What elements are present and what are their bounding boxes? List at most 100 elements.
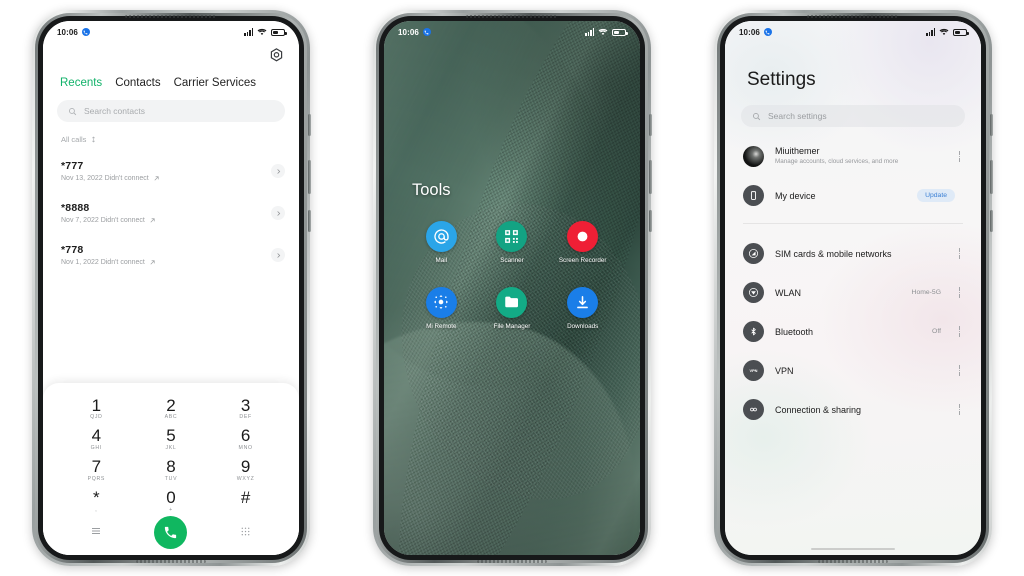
dialpad-key-2[interactable]: 2 ABC	[134, 396, 209, 422]
status-time: 10:06	[739, 27, 760, 37]
volume-up-button[interactable]	[990, 114, 993, 136]
status-bar-left: 10:06	[739, 28, 772, 37]
folder-title[interactable]: Tools	[412, 181, 451, 200]
volume-down-button[interactable]	[649, 210, 652, 232]
app-screen-recorder[interactable]: Screen Recorder	[547, 221, 618, 265]
account-name: Miuithemer	[775, 146, 820, 157]
settings-gear-icon[interactable]	[268, 47, 285, 64]
key-digit: 1	[91, 395, 102, 415]
key-letters: PQRS	[87, 476, 106, 483]
settings-row-wlan[interactable]: WLAN Home-5G	[725, 273, 981, 312]
tab-contacts[interactable]: Contacts	[115, 77, 160, 89]
call-log-row[interactable]: *777 Nov 13, 2022 Didn't connect	[43, 150, 299, 192]
dialpad-key-star[interactable]: *,	[59, 489, 134, 514]
wifi-icon	[598, 28, 608, 36]
app-mail[interactable]: Mail	[406, 221, 477, 265]
dialpad-key-8[interactable]: 8 TUV	[134, 458, 209, 483]
settings-row-sim-cards[interactable]: SIM cards & mobile networks	[725, 234, 981, 273]
app-file-manager[interactable]: File Manager	[477, 286, 548, 331]
app-label: Downloads	[567, 322, 599, 330]
tab-recents[interactable]: Recents	[60, 77, 102, 89]
setting-value: Home-5G	[911, 289, 941, 296]
app-mi-remote[interactable]: Mi Remote	[406, 286, 477, 331]
settings-row-bluetooth[interactable]: Bluetooth Off	[725, 312, 981, 351]
volume-up-button[interactable]	[308, 114, 311, 136]
avatar	[743, 146, 764, 167]
dialpad: 1 QJD 2 ABC 3 DEF 4 GHI 5 JKL 6 MNO 7 PQRS 8 TUV…	[43, 382, 299, 555]
key-digit: *	[93, 488, 100, 508]
setting-label: WLAN	[775, 287, 802, 298]
call-number: *778	[61, 244, 84, 256]
home-screen: 10:06 Tools Mail Scanner Screen Recorder…	[384, 21, 640, 555]
chevron-right-icon[interactable]	[271, 248, 285, 262]
folder-icon	[496, 286, 528, 318]
search-settings-input[interactable]: Search settings	[741, 105, 965, 127]
more-options-icon[interactable]	[958, 287, 961, 298]
search-placeholder: Search contacts	[84, 106, 145, 116]
key-letters	[208, 507, 283, 514]
call-detail-text: Nov 13, 2022 Didn't connect	[61, 175, 149, 182]
outgoing-call-arrow-icon	[150, 218, 155, 223]
dialpad-key-5[interactable]: 5 JKL	[134, 427, 209, 452]
settings-row-vpn[interactable]: VPN VPN	[725, 351, 981, 390]
dialpad-key-0[interactable]: 0 +	[134, 489, 209, 514]
outgoing-call-arrow-icon	[154, 176, 159, 181]
power-button[interactable]	[308, 160, 311, 194]
search-icon	[69, 107, 77, 115]
search-contacts-input[interactable]: Search contacts	[57, 100, 285, 122]
more-options-icon[interactable]	[958, 365, 961, 376]
app-label: Mail	[435, 257, 448, 264]
dialpad-key-hash[interactable]: #	[208, 489, 283, 514]
power-button[interactable]	[649, 160, 652, 194]
app-scanner[interactable]: Scanner	[477, 221, 548, 265]
call-button[interactable]	[154, 516, 188, 549]
dialpad-key-3[interactable]: 3 DEF	[208, 396, 283, 422]
more-options-icon[interactable]	[958, 151, 961, 162]
chevron-right-icon[interactable]	[271, 164, 285, 178]
dialpad-key-6[interactable]: 6 MNO	[208, 427, 283, 452]
more-options-icon[interactable]	[958, 248, 961, 259]
dialpad-grid-icon[interactable]	[240, 524, 251, 542]
key-digit: 6	[240, 426, 251, 446]
dialpad-key-4[interactable]: 4 GHI	[59, 427, 134, 452]
call-log-row[interactable]: *8888 Nov 7, 2022 Didn't connect	[43, 192, 299, 234]
more-options-icon[interactable]	[958, 404, 961, 415]
earpiece-speaker	[807, 15, 899, 18]
app-downloads[interactable]: Downloads	[547, 286, 618, 331]
settings-screen: 10:06 Settings Search settings Miuitheme…	[725, 21, 981, 555]
phone-settings: 10:06 Settings Search settings Miuitheme…	[714, 10, 993, 566]
settings-row-connection-sharing[interactable]: Connection & sharing	[725, 390, 981, 429]
call-filter-button[interactable]: All calls	[43, 122, 299, 144]
app-label: File Manager	[493, 322, 531, 330]
hamburger-menu-icon[interactable]	[90, 524, 102, 542]
status-bar-right	[926, 28, 969, 36]
volume-down-button[interactable]	[308, 210, 311, 232]
settings-row-account[interactable]: Miuithemer Manage accounts, cloud servic…	[725, 137, 981, 176]
battery-icon	[271, 28, 287, 36]
key-letters: ABC	[164, 414, 178, 421]
settings-row-my-device[interactable]: My device Update	[725, 176, 981, 215]
power-button[interactable]	[990, 160, 993, 194]
status-bar-left: 10:06	[398, 28, 431, 37]
key-letters: ,	[95, 507, 98, 513]
setting-label: Bluetooth	[775, 326, 814, 337]
volume-down-button[interactable]	[990, 210, 993, 232]
key-letters: GHI	[90, 445, 102, 452]
dialpad-key-7[interactable]: 7 PQRS	[59, 458, 134, 483]
page-title: Settings	[747, 69, 816, 90]
dialpad-actions	[59, 516, 283, 549]
chevron-right-icon[interactable]	[271, 206, 285, 220]
phone-badge-icon	[81, 28, 90, 36]
home-indicator[interactable]	[811, 547, 895, 550]
update-badge[interactable]: Update	[917, 189, 955, 202]
volume-up-button[interactable]	[649, 114, 652, 136]
vpn-icon: VPN	[743, 360, 764, 381]
dialpad-key-9[interactable]: 9 WXYZ	[208, 458, 283, 483]
key-digit: 4	[91, 426, 102, 446]
call-log-row[interactable]: *778 Nov 1, 2022 Didn't connect	[43, 234, 299, 276]
more-options-icon[interactable]	[958, 326, 961, 337]
key-digit: 9	[240, 457, 251, 477]
tab-carrier-services[interactable]: Carrier Services	[174, 77, 256, 89]
wifi-icon	[257, 28, 267, 36]
dialpad-key-1[interactable]: 1 QJD	[59, 395, 134, 422]
